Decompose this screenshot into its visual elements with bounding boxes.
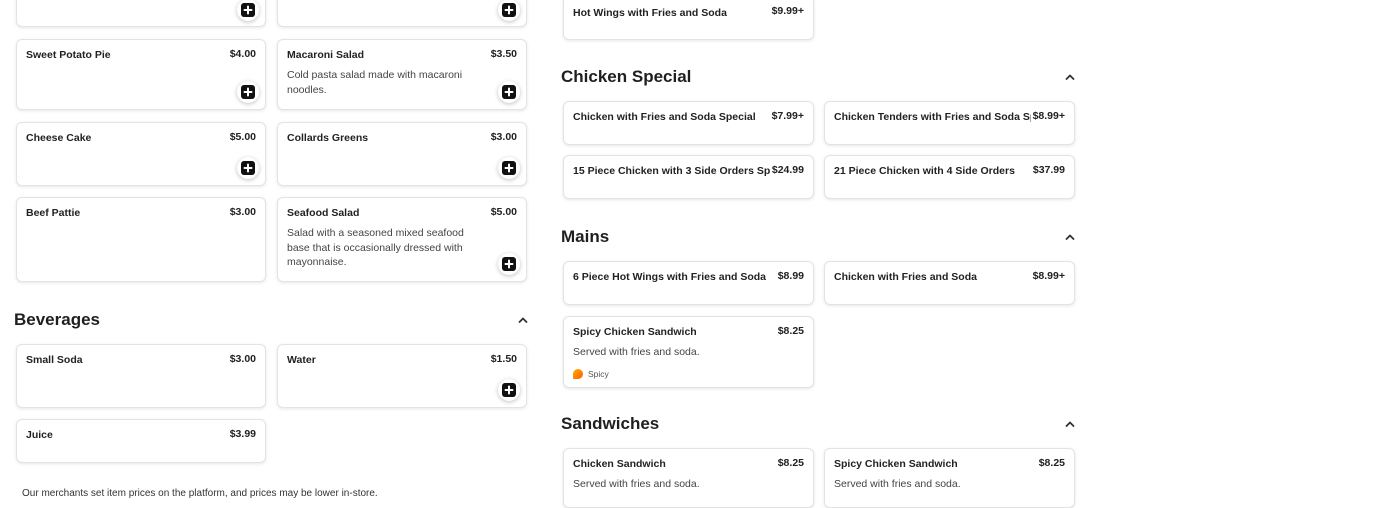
menu-item-card[interactable]: Macaroni Salad $3.50 Cold pasta salad ma… <box>277 39 527 110</box>
menu-item-card[interactable]: Seafood Salad $5.00 Salad with a seasone… <box>277 197 527 282</box>
item-price: $3.99 <box>229 428 256 440</box>
item-price: $3.00 <box>229 353 256 365</box>
chevron-up-icon[interactable] <box>1064 71 1076 83</box>
item-name: Hot Wings with Fries and Soda <box>573 7 727 19</box>
menu-item-card[interactable]: Collards Greens $3.00 <box>277 122 527 186</box>
section-title-beverages: Beverages <box>14 310 101 329</box>
menu-item-card[interactable]: Hot Wings with Fries and Soda $9.99+ <box>563 0 814 40</box>
item-price: $37.99 <box>1032 164 1065 176</box>
menu-item-card[interactable]: Chicken with Fries and Soda $8.99+ <box>824 261 1075 305</box>
item-price: $4.00 <box>229 48 256 60</box>
plus-square-icon <box>241 85 255 99</box>
item-name: Chicken with Fries and Soda Special <box>573 111 756 123</box>
item-name: Small Soda <box>26 354 83 366</box>
add-item-button[interactable] <box>237 81 259 103</box>
add-item-button[interactable] <box>498 379 520 401</box>
chevron-up-icon[interactable] <box>1064 418 1076 430</box>
menu-item-card[interactable]: Sweet Potato Pie $4.00 <box>16 39 266 110</box>
item-name: Chicken Sandwich <box>573 458 666 470</box>
add-item-button[interactable] <box>498 253 520 275</box>
menu-item-card[interactable]: Water $1.50 <box>277 344 527 408</box>
item-price: $8.99 <box>777 270 804 282</box>
item-name: Juice <box>26 429 53 441</box>
menu-item-card[interactable]: Chicken Tenders with Fries and Soda Spec… <box>824 101 1075 145</box>
section-title-chicken-special: Chicken Special <box>561 67 692 86</box>
menu-item-card[interactable] <box>16 0 266 27</box>
add-item-button[interactable] <box>237 157 259 179</box>
item-description: Served with fries and soda. <box>834 478 961 490</box>
item-price: $24.99 <box>769 164 804 176</box>
menu-item-card[interactable]: Cheese Cake $5.00 <box>16 122 266 186</box>
item-name: Collards Greens <box>287 132 369 144</box>
menu-item-card[interactable]: Spicy Chicken Sandwich $8.25 Served with… <box>824 448 1075 508</box>
menu-item-card[interactable]: Beef Pattie $3.00 <box>16 197 266 282</box>
add-item-button[interactable] <box>237 0 259 21</box>
item-price: $3.00 <box>229 206 256 218</box>
item-description: Served with fries and soda. <box>573 478 700 490</box>
item-name: 6 Piece Hot Wings with Fries and Soda <box>573 271 767 283</box>
plus-square-icon <box>502 3 516 17</box>
item-name: Beef Pattie <box>26 207 81 219</box>
menu-item-card[interactable]: 6 Piece Hot Wings with Fries and Soda $8… <box>563 261 814 305</box>
price-disclaimer: Our merchants set item prices on the pla… <box>22 488 378 499</box>
item-price: $8.99+ <box>1032 270 1065 282</box>
section-title-sandwiches: Sandwiches <box>561 414 660 433</box>
plus-square-icon <box>502 257 516 271</box>
plus-square-icon <box>502 161 516 175</box>
menu-item-card[interactable] <box>277 0 527 27</box>
item-price: $5.00 <box>490 206 517 218</box>
item-description: Salad with a seasoned mixed seafood base… <box>287 227 464 268</box>
spicy-tag: Spicy <box>573 369 609 379</box>
item-price: $8.25 <box>777 325 804 337</box>
chevron-up-icon[interactable] <box>1064 231 1076 243</box>
item-name: Cheese Cake <box>26 132 92 144</box>
item-name: Macaroni Salad <box>287 49 365 61</box>
spicy-tag-label: Spicy <box>588 369 609 379</box>
plus-square-icon <box>241 3 255 17</box>
item-name: Seafood Salad <box>287 207 360 219</box>
menu-item-card[interactable]: 21 Piece Chicken with 4 Side Orders $37.… <box>824 155 1075 199</box>
add-item-button[interactable] <box>498 0 520 21</box>
menu-item-card[interactable]: Spicy Chicken Sandwich $8.25 Served with… <box>563 316 814 388</box>
menu-item-card[interactable]: Chicken Sandwich $8.25 Served with fries… <box>563 448 814 508</box>
item-price: $3.00 <box>490 131 517 143</box>
plus-square-icon <box>502 383 516 397</box>
menu-item-card[interactable]: Small Soda $3.00 <box>16 344 266 408</box>
item-price: $8.99+ <box>1030 110 1065 122</box>
item-description: Served with fries and soda. <box>573 346 700 358</box>
item-price: $7.99+ <box>771 110 804 122</box>
item-name: Chicken Tenders with Fries and Soda Spec… <box>834 111 1060 123</box>
add-item-button[interactable] <box>498 81 520 103</box>
add-item-button[interactable] <box>498 157 520 179</box>
item-price: $3.50 <box>490 48 517 60</box>
item-name: Sweet Potato Pie <box>26 49 111 61</box>
item-name: Spicy Chicken Sandwich <box>573 326 697 338</box>
item-name: 21 Piece Chicken with 4 Side Orders <box>834 165 1015 177</box>
item-price: $8.25 <box>777 457 804 469</box>
item-name: Chicken with Fries and Soda <box>834 271 977 283</box>
menu-item-card[interactable]: Chicken with Fries and Soda Special $7.9… <box>563 101 814 145</box>
chevron-up-icon[interactable] <box>517 314 529 326</box>
item-price: $1.50 <box>490 353 517 365</box>
plus-square-icon <box>241 161 255 175</box>
plus-square-icon <box>502 85 516 99</box>
section-title-mains: Mains <box>561 227 610 246</box>
item-price: $9.99+ <box>771 5 804 17</box>
item-description: Cold pasta salad made with macaroni nood… <box>287 69 463 96</box>
item-name: 15 Piece Chicken with 3 Side Orders Spec… <box>573 165 794 177</box>
chili-icon <box>573 369 583 379</box>
item-name: Spicy Chicken Sandwich <box>834 458 958 470</box>
item-price: $5.00 <box>229 131 256 143</box>
menu-item-card[interactable]: Juice $3.99 <box>16 419 266 463</box>
item-name: Water <box>287 354 316 366</box>
menu-item-card[interactable]: 15 Piece Chicken with 3 Side Orders Spec… <box>563 155 814 199</box>
item-price: $8.25 <box>1038 457 1065 469</box>
